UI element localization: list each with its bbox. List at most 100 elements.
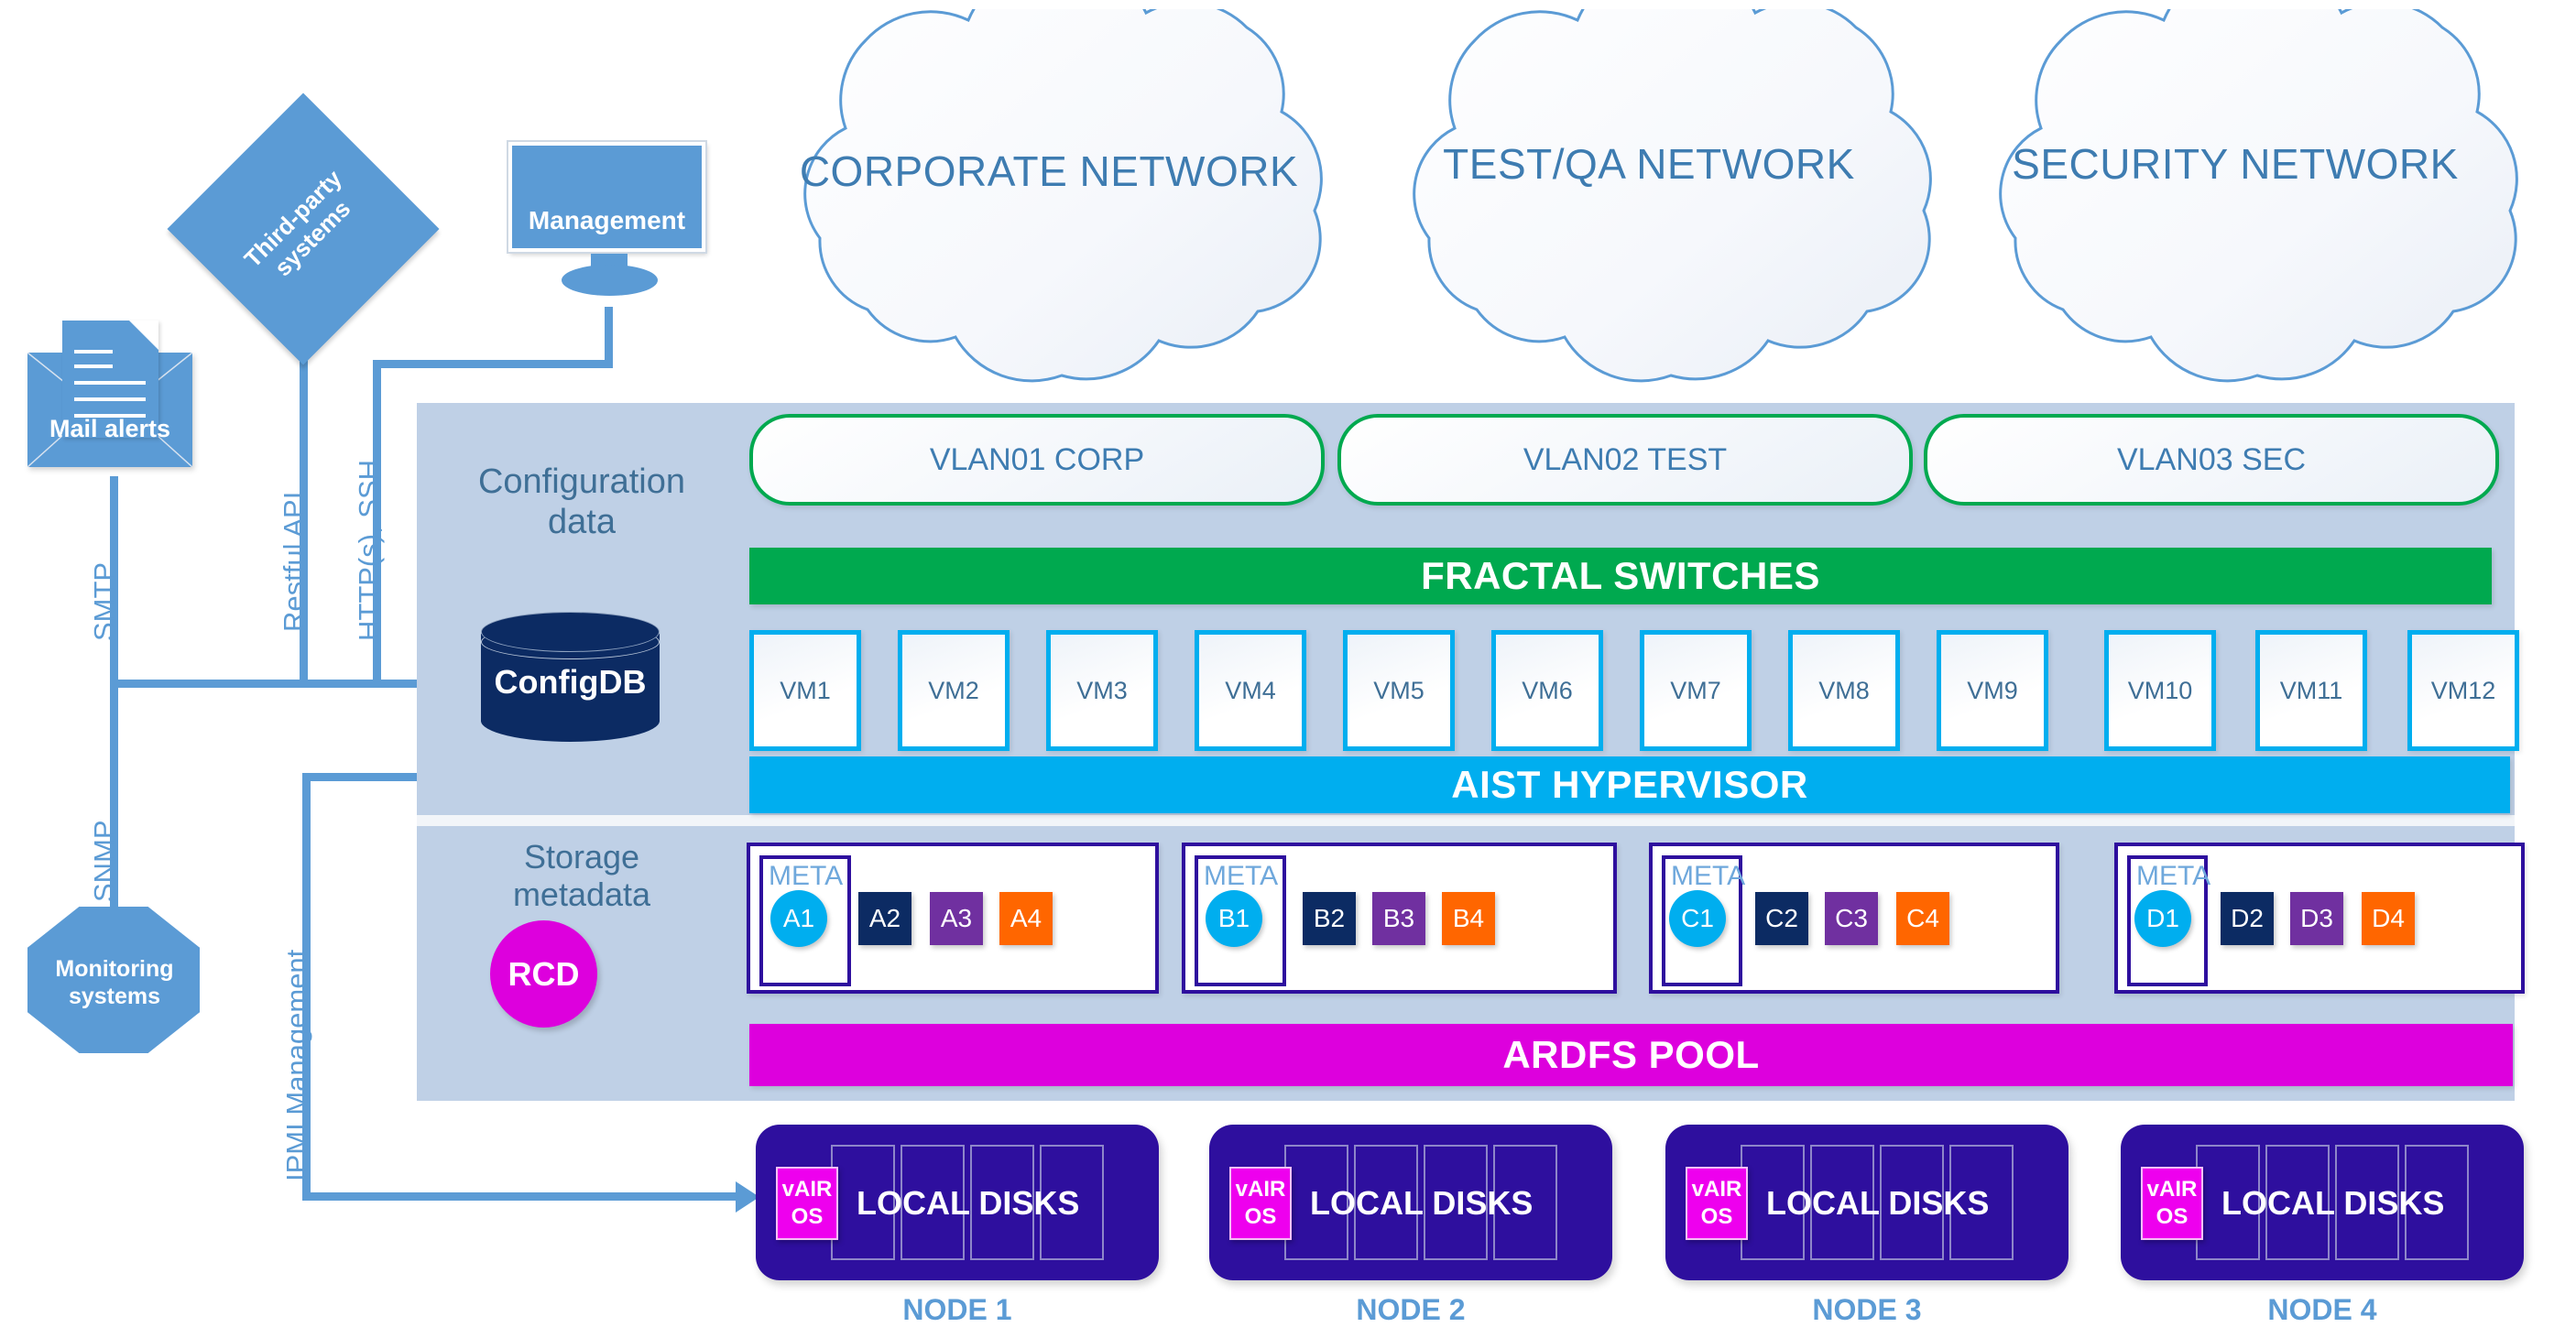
local-disks-label: LOCAL DISKS — [1766, 1183, 1990, 1222]
vair-line1: vAIR — [1691, 1177, 1742, 1202]
meta-chunk-c2[interactable]: C2 — [1755, 892, 1808, 945]
monitoring-line2: systems — [68, 983, 161, 1009]
meta-chunk-b4[interactable]: B4 — [1442, 892, 1495, 945]
meta-chunk-b2[interactable]: B2 — [1303, 892, 1356, 945]
aist-hypervisor-label: AIST HYPERVISOR — [1451, 763, 1808, 806]
node-4[interactable]: vAIR OS LOCAL DISKS — [2121, 1125, 2524, 1280]
monitoring-systems-node[interactable]: Monitoring systems — [27, 907, 202, 1058]
vlan-pill-corp[interactable]: VLAN01 CORP — [749, 414, 1325, 506]
vm-label: VM7 — [1670, 676, 1721, 704]
local-disks-label: LOCAL DISKS — [2221, 1183, 2445, 1222]
meta-chunk-a4[interactable]: A4 — [999, 892, 1053, 945]
vm-box[interactable]: VM6 — [1491, 630, 1603, 751]
configuration-data-label: Configuration data — [431, 462, 733, 542]
meta-chunk-a2[interactable]: A2 — [858, 892, 911, 945]
vm-box[interactable]: VM1 — [749, 630, 861, 751]
protocol-label-https-ssh: HTTP(s), SSH — [353, 459, 385, 641]
configdb-label: ConfigDB — [494, 663, 647, 701]
vlan-label: VLAN01 CORP — [929, 441, 1145, 477]
vair-os-badge[interactable]: vAIR OS — [776, 1167, 838, 1240]
vm-box[interactable]: VM5 — [1343, 630, 1455, 751]
vm-box[interactable]: VM8 — [1788, 630, 1900, 751]
meta-chunk-d4[interactable]: D4 — [2362, 892, 2415, 945]
vair-line1: vAIR — [2146, 1177, 2198, 1202]
vm-box[interactable]: VM2 — [898, 630, 1010, 751]
meta-chunk-d1[interactable]: D1 — [2134, 890, 2191, 947]
configdb-cylinder[interactable]: ConfigDB — [481, 612, 660, 745]
doc-text-line — [74, 350, 113, 354]
cloud-label-testqa: TEST/QA NETWORK — [1443, 140, 1855, 188]
node-3[interactable]: vAIR OS LOCAL DISKS — [1665, 1125, 2068, 1280]
meta-chunk-d3[interactable]: D3 — [2290, 892, 2343, 945]
protocol-label-snmp: SNMP — [88, 820, 120, 902]
storage-metadata-label: Storage metadata — [431, 838, 733, 914]
rcd-label: RCD — [508, 954, 580, 993]
vm-label: VM3 — [1076, 676, 1128, 704]
fractal-switches-bar[interactable]: FRACTAL SWITCHES — [749, 548, 2492, 604]
chunk-label: B3 — [1382, 904, 1415, 932]
vm-box[interactable]: VM9 — [1937, 630, 2048, 751]
cyl-top — [481, 612, 660, 652]
vair-line2: OS — [1244, 1204, 1277, 1229]
vm-box[interactable]: VM11 — [2255, 630, 2367, 751]
meta-group-a[interactable]: META A1 A2 A3 A4 — [747, 843, 1159, 994]
vair-os-badge[interactable]: vAIR OS — [1229, 1167, 1292, 1240]
vm-box[interactable]: VM3 — [1046, 630, 1158, 751]
meta-chunk-a3[interactable]: A3 — [930, 892, 983, 945]
management-console-node[interactable]: Management — [507, 140, 710, 307]
management-label: Management — [528, 206, 686, 234]
doc-folded-corner — [129, 321, 158, 350]
monitoring-line1: Monitoring — [55, 955, 174, 982]
chunk-label: D1 — [2146, 904, 2179, 932]
protocol-label-smtp: SMTP — [88, 561, 120, 641]
vm-label: VM10 — [2127, 676, 2193, 704]
vlan-label: VLAN02 TEST — [1523, 441, 1728, 477]
node-3-label: NODE 3 — [1812, 1293, 1922, 1326]
storage-label-line1: Storage — [523, 838, 640, 876]
vm-box[interactable]: VM10 — [2104, 630, 2216, 751]
aist-hypervisor-bar[interactable]: AIST HYPERVISOR — [749, 756, 2510, 813]
meta-group-d[interactable]: META D1 D2 D3 D4 — [2114, 843, 2525, 994]
vair-os-badge[interactable]: vAIR OS — [2141, 1167, 2203, 1240]
cloud-label-corporate: CORPORATE NETWORK — [799, 147, 1299, 195]
vm-box[interactable]: VM4 — [1195, 630, 1306, 751]
config-label-line1: Configuration — [477, 462, 686, 501]
rcd-circle[interactable]: RCD — [490, 920, 597, 1028]
meta-chunk-b3[interactable]: B3 — [1372, 892, 1425, 945]
vair-os-badge[interactable]: vAIR OS — [1686, 1167, 1748, 1240]
vm-label: VM9 — [1967, 676, 2018, 704]
vm-box[interactable]: VM7 — [1640, 630, 1752, 751]
chunk-label: B4 — [1452, 904, 1485, 932]
meta-chunk-c1[interactable]: C1 — [1669, 890, 1726, 947]
meta-chunk-c3[interactable]: C3 — [1825, 892, 1878, 945]
vm-box[interactable]: VM12 — [2407, 630, 2519, 751]
ardfs-pool-label: ARDFS POOL — [1502, 1033, 1760, 1076]
vair-line2: OS — [791, 1204, 824, 1229]
chunk-label: A2 — [868, 904, 901, 932]
meta-chunk-d2[interactable]: D2 — [2221, 892, 2274, 945]
vm-label: VM4 — [1225, 676, 1276, 704]
network-clouds — [803, 9, 2518, 383]
node-1[interactable]: vAIR OS LOCAL DISKS — [756, 1125, 1159, 1280]
monitor-screen: Management — [507, 140, 707, 254]
vlan-pill-sec[interactable]: VLAN03 SEC — [1924, 414, 2499, 506]
mail-alerts-node[interactable]: Mail alerts — [27, 321, 220, 490]
meta-caption: META — [2136, 861, 2211, 891]
vair-line2: OS — [2156, 1204, 2189, 1229]
chunk-label: C1 — [1681, 904, 1714, 932]
monitoring-systems-label: Monitoring systems — [27, 907, 202, 1058]
vlan-pill-test[interactable]: VLAN02 TEST — [1337, 414, 1913, 506]
meta-chunk-a1[interactable]: A1 — [770, 890, 827, 947]
meta-caption: META — [769, 861, 844, 891]
meta-chunk-b1[interactable]: B1 — [1206, 890, 1262, 947]
ardfs-pool-bar[interactable]: ARDFS POOL — [749, 1024, 2513, 1086]
meta-group-b[interactable]: META B1 B2 B3 B4 — [1182, 843, 1617, 994]
meta-chunk-c4[interactable]: C4 — [1896, 892, 1949, 945]
connector-https-ssh-v1 — [605, 307, 613, 366]
meta-caption: META — [1204, 861, 1279, 891]
node-2[interactable]: vAIR OS LOCAL DISKS — [1209, 1125, 1612, 1280]
chunk-label: D4 — [2372, 904, 2405, 932]
platform-panel-divider — [417, 815, 2515, 826]
meta-group-c[interactable]: META C1 C2 C3 C4 — [1649, 843, 2059, 994]
chunk-label: C2 — [1765, 904, 1798, 932]
